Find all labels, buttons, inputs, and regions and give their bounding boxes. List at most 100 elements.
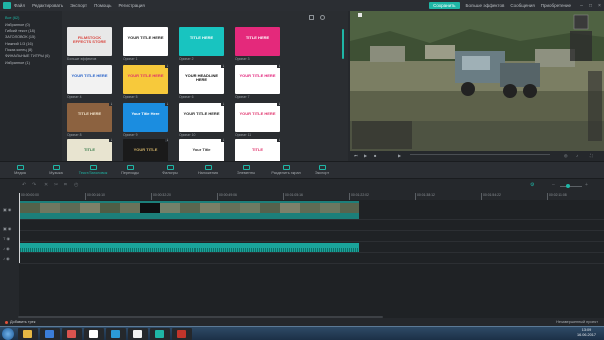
download-icon[interactable]: ↓	[165, 137, 170, 142]
template-thumbnail[interactable]: YOUR TITLE HERE	[235, 65, 280, 94]
delete-icon[interactable]: ✕	[44, 183, 49, 188]
tab-filters[interactable]: Фильтры	[152, 163, 188, 179]
save-button[interactable]: Сохранить	[429, 2, 460, 9]
title-template[interactable]: YOUR TITLE HERE Оринат 4	[67, 65, 113, 103]
audio-track-icon[interactable]: ♪ ◉	[3, 246, 15, 251]
template-thumbnail[interactable]: YOUR TITLE HERE	[67, 65, 112, 94]
audio-clip[interactable]	[20, 243, 195, 252]
menu-help[interactable]: Помощь	[94, 3, 111, 8]
menu-edit[interactable]: Редактировать	[32, 3, 63, 8]
template-thumbnail[interactable]: YOUR TITLE HERE	[123, 27, 168, 56]
volume-icon[interactable]: ♪	[576, 154, 580, 158]
taskbar-app[interactable]	[172, 328, 192, 340]
tab-elements[interactable]: Элементы	[228, 163, 264, 179]
template-thumbnail[interactable]: YOUR TITLE HERE	[123, 65, 168, 94]
download-icon[interactable]: ↓	[165, 63, 170, 68]
zoom-out-icon[interactable]: –	[552, 183, 557, 188]
title-template[interactable]: YOUR TITLE HERE Оринат 1	[123, 27, 169, 65]
video-clip[interactable]	[19, 201, 359, 219]
template-thumbnail[interactable]: TITLE	[67, 139, 112, 161]
play-icon[interactable]: ▶	[398, 154, 402, 158]
download-icon[interactable]: ↓	[109, 101, 114, 106]
taskbar-app[interactable]	[84, 328, 104, 340]
grid-view-icon[interactable]	[309, 15, 314, 20]
overlay-track-icon[interactable]: ▣ ◉	[3, 226, 15, 231]
menu-export[interactable]: Экспорт	[70, 3, 87, 8]
category-favorites-2[interactable]: Избранное (1)	[0, 60, 62, 66]
snapshot-icon[interactable]: ◎	[564, 154, 568, 158]
purchase-button[interactable]: Приобретение	[541, 3, 571, 8]
title-template[interactable]: TITLE ↓	[235, 137, 282, 161]
start-button-icon[interactable]	[2, 328, 14, 340]
video-preview[interactable]	[350, 11, 604, 151]
maximize-icon[interactable]: □	[586, 0, 595, 11]
menu-register[interactable]: Регистрация	[118, 3, 144, 8]
add-track-button[interactable]: Добавить трек	[5, 320, 35, 324]
template-thumbnail[interactable]: Your Title	[179, 139, 224, 161]
stop-icon[interactable]: ■	[374, 154, 378, 158]
tab-split-screen[interactable]: Разделить экран	[264, 163, 308, 179]
template-thumbnail[interactable]: Your Title Here	[123, 103, 168, 132]
messages-button[interactable]: Сообщения	[510, 3, 534, 8]
tab-media[interactable]: Медиа	[2, 163, 38, 179]
speed-icon[interactable]: ◴	[74, 183, 79, 188]
more-effects-button[interactable]: Больше эффектов	[466, 3, 505, 8]
taskbar-app[interactable]	[150, 328, 170, 340]
template-thumbnail[interactable]: YOUR TITLE HERE	[179, 103, 224, 132]
timeline-ruler[interactable]: 00:00:00:00 00:00:16:10 00:00:32:20 00:0…	[19, 193, 604, 200]
title-template[interactable]: TITLE HERE Оринат 3	[235, 27, 281, 65]
taskbar-app[interactable]	[62, 328, 82, 340]
playhead[interactable]	[19, 193, 20, 263]
tab-export[interactable]: Экспорт	[304, 163, 340, 179]
taskbar-clock[interactable]: 13:09 16.06.2017	[577, 328, 596, 337]
template-thumbnail[interactable]: TITLE	[235, 139, 280, 161]
close-icon[interactable]: ×	[595, 0, 604, 11]
taskbar-app[interactable]	[18, 328, 38, 340]
download-icon[interactable]: ↓	[221, 101, 226, 106]
download-icon[interactable]: ↓	[221, 63, 226, 68]
download-icon[interactable]: ↓	[277, 63, 282, 68]
music-track-icon[interactable]: ♪ ◉	[3, 256, 15, 261]
fullscreen-icon[interactable]: ⛶	[590, 154, 594, 158]
grid-scrollbar[interactable]	[342, 29, 344, 59]
taskbar-app[interactable]	[128, 328, 148, 340]
search-icon[interactable]	[320, 15, 325, 20]
download-icon[interactable]: ↓	[277, 101, 282, 106]
audio-clip[interactable]	[195, 243, 359, 252]
title-template[interactable]: FILMSTOCK EFFECTS STORE Больше эффектов	[67, 27, 113, 65]
title-template[interactable]: YOUR TITLE HERE ↓ Оринат 7	[235, 63, 282, 103]
tab-transitions[interactable]: Переходы	[112, 163, 148, 179]
title-template[interactable]: Your Title ↓	[179, 137, 226, 161]
title-template[interactable]: Your Title Here ↓ Оринат 9	[123, 101, 170, 141]
settings-icon[interactable]: ⚙	[530, 183, 535, 188]
template-thumbnail[interactable]: YOUR TITLE HERE	[235, 103, 280, 132]
tab-overlays[interactable]: Наложения	[190, 163, 226, 179]
zoom-slider-knob[interactable]	[566, 184, 570, 188]
template-thumbnail[interactable]: TITLE HERE	[67, 103, 112, 132]
download-icon[interactable]: ↓	[165, 101, 170, 106]
seek-bar[interactable]	[410, 154, 550, 155]
crop-icon[interactable]: ⌗	[64, 183, 69, 188]
title-template[interactable]: TITLE HERE ↓ Оринат 8	[67, 101, 114, 141]
video-track-icon[interactable]: ▣ ◉	[3, 207, 15, 212]
download-icon[interactable]: ↓	[221, 137, 226, 142]
text-track-icon[interactable]: T ◉	[3, 236, 15, 241]
title-template[interactable]: TITLE ↓	[67, 137, 114, 161]
redo-icon[interactable]: ↷	[32, 183, 37, 188]
taskbar-app[interactable]	[106, 328, 126, 340]
timeline-tracks[interactable]	[19, 200, 604, 320]
title-template[interactable]: TITLE HERE Оринат 2	[179, 27, 225, 65]
template-thumbnail[interactable]: YOUR HEADLINE HERE	[179, 65, 224, 94]
undo-icon[interactable]: ↶	[22, 183, 27, 188]
play-pause-icon[interactable]: ▶	[364, 154, 368, 158]
title-template[interactable]: YOUR TITLE HERE ↓ Оринат 5	[123, 63, 170, 103]
minimize-icon[interactable]: –	[577, 0, 586, 11]
download-icon[interactable]: ↓	[277, 137, 282, 142]
title-template[interactable]: YOUR TITLE ↓	[123, 137, 170, 161]
template-thumbnail[interactable]: YOUR TITLE	[123, 139, 168, 161]
cut-icon[interactable]: ✂	[54, 183, 59, 188]
tab-music[interactable]: Музыка	[38, 163, 74, 179]
template-thumbnail[interactable]: TITLE HERE	[179, 27, 224, 56]
template-thumbnail[interactable]: TITLE HERE	[235, 27, 280, 56]
taskbar-app[interactable]	[40, 328, 60, 340]
